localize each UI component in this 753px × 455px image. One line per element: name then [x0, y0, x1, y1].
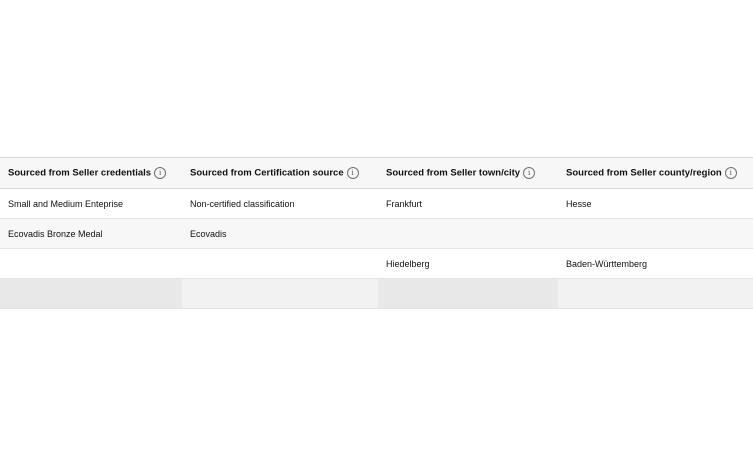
column-header-label: Sourced from Certification source	[190, 167, 344, 179]
table-cell: Hiedelberg	[378, 248, 558, 279]
table-cell	[182, 248, 378, 279]
table-row: Ecovadis Bronze Medal Ecovadis	[0, 218, 753, 249]
column-header-seller-town-city: Sourced from Seller town/city i	[378, 157, 558, 189]
column-header-seller-county-region: Sourced from Seller county/region i	[558, 157, 753, 189]
info-icon[interactable]: i	[523, 167, 536, 179]
info-icon[interactable]: i	[154, 167, 167, 179]
seller-data-table-container: Sourced from Seller credentials i Sourced…	[0, 157, 753, 309]
table-cell	[378, 278, 558, 309]
column-header-label: Sourced from Seller town/city	[386, 167, 521, 179]
column-header-certification-source: Sourced from Certification source i	[182, 157, 378, 189]
table-row: Hiedelberg Baden-Württemberg	[0, 248, 753, 279]
table-header: Sourced from Seller credentials i Sourced…	[0, 157, 753, 189]
info-icon[interactable]: i	[346, 167, 359, 179]
table-body: Small and Medium Enteprise Non-certified…	[0, 188, 753, 309]
seller-data-table: Sourced from Seller credentials i Sourced…	[0, 157, 753, 309]
table-cell	[558, 218, 753, 249]
table-row: Small and Medium Enteprise Non-certified…	[0, 188, 753, 219]
table-cell: Ecovadis Bronze Medal	[0, 218, 182, 249]
table-cell: Non-certified classification	[182, 188, 378, 219]
table-cell	[0, 248, 182, 279]
table-cell	[182, 278, 378, 309]
info-icon[interactable]: i	[724, 167, 737, 179]
table-cell: Frankfurt	[378, 188, 558, 219]
table-cell: Small and Medium Enteprise	[0, 188, 182, 219]
column-header-label: Sourced from Seller credentials	[8, 167, 152, 179]
table-cell	[558, 278, 753, 309]
table-cell	[0, 278, 182, 309]
table-row	[0, 278, 753, 309]
table-cell: Ecovadis	[182, 218, 378, 249]
table-cell	[378, 218, 558, 249]
table-cell: Hesse	[558, 188, 753, 219]
column-header-label: Sourced from Seller county/region	[566, 167, 722, 179]
column-header-seller-credentials: Sourced from Seller credentials i	[0, 157, 182, 189]
table-header-row: Sourced from Seller credentials i Sourced…	[0, 157, 753, 189]
table-cell: Baden-Württemberg	[558, 248, 753, 279]
